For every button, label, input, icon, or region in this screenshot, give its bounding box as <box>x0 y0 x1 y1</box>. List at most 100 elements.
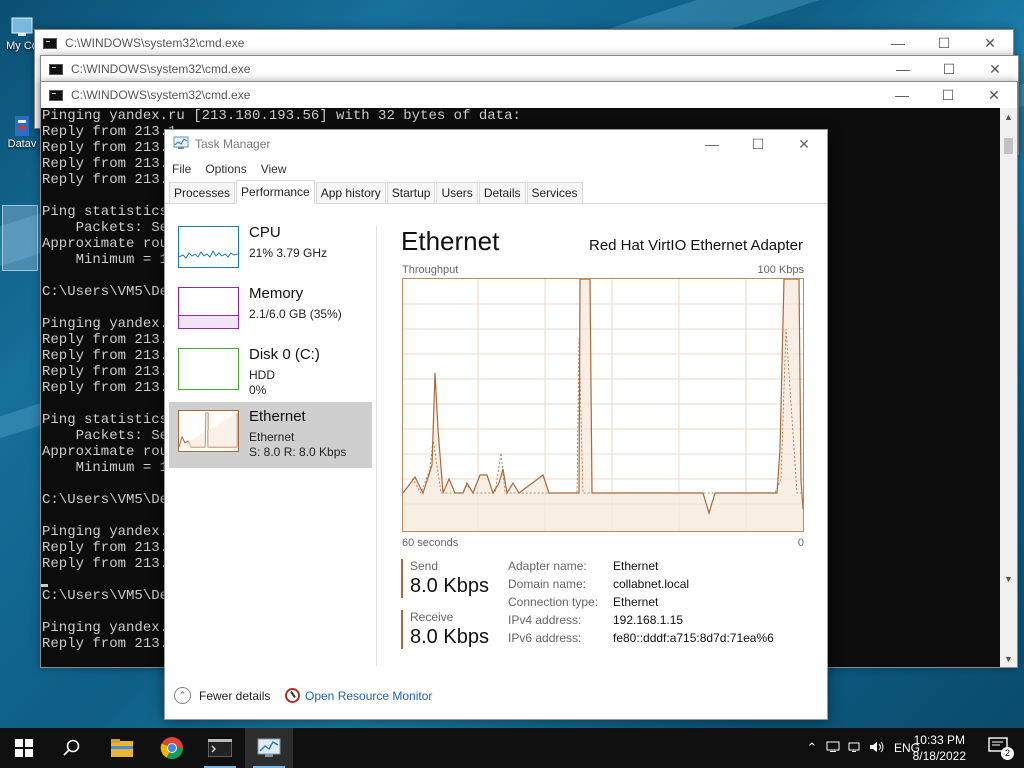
maximize-button[interactable]: ☐ <box>921 30 967 56</box>
resource-item-memory[interactable]: Memory 2.1/6.0 GB (35%) <box>169 279 372 345</box>
chevron-up-icon[interactable]: ⌃ <box>802 740 822 756</box>
adapter-name: Red Hat VirtIO Ethernet Adapter <box>588 237 803 254</box>
cmd-icon <box>208 739 232 757</box>
window-title: C:\WINDOWS\system32\cmd.exe <box>71 62 251 76</box>
resource-list: CPU 21% 3.79 GHz Memory 2.1/6.0 GB (35%)… <box>165 206 376 670</box>
detail-title: Ethernet <box>401 226 500 256</box>
resource-item-disk[interactable]: Disk 0 (C:) HDD 0% <box>169 340 372 406</box>
property-key: Adapter name: <box>508 559 587 573</box>
tab-app-history[interactable]: App history <box>315 182 386 203</box>
send-value: 8.0 Kbps <box>410 575 489 597</box>
property-row: IPv6 address: fe80::dddf:a715:8d7d:71ea%6 <box>508 631 774 649</box>
property-key: Domain name: <box>508 577 587 591</box>
scroll-up-icon[interactable]: ▲ <box>1000 108 1017 125</box>
taskbar-chrome[interactable] <box>148 728 196 768</box>
data-app-icon <box>9 112 35 136</box>
close-button[interactable]: ✕ <box>781 130 827 158</box>
tab-startup[interactable]: Startup <box>386 182 436 203</box>
search-button[interactable] <box>48 728 96 768</box>
ethernet-thumbnail <box>178 410 239 452</box>
desktop-selected-icon[interactable] <box>2 205 38 271</box>
taskbar-task-manager[interactable] <box>245 728 293 768</box>
maximize-button[interactable]: ☐ <box>735 130 781 158</box>
file-explorer-icon <box>111 739 133 757</box>
property-value: collabnet.local <box>613 577 690 591</box>
menu-bar: File Options View <box>165 158 827 180</box>
receive-value: 8.0 Kbps <box>410 626 489 648</box>
tab-performance[interactable]: Performance <box>236 180 315 204</box>
resource-detail: S: 8.0 R: 8.0 Kbps <box>249 445 347 459</box>
receive-label: Receive <box>410 610 454 624</box>
cmd-titlebar[interactable]: C:\WINDOWS\system32\cmd.exe — ☐ ✕ <box>35 30 1013 56</box>
system-tray: ⌃ ENG <box>802 728 920 768</box>
task-manager-icon <box>257 738 281 757</box>
cmd-titlebar[interactable]: C:\WINDOWS\system32\cmd.exe — ☐ ✕ <box>41 82 1017 108</box>
scroll-down-icon[interactable]: ▼ <box>1000 570 1017 587</box>
chevron-up-icon[interactable]: ⌃ <box>174 687 191 704</box>
task-manager-titlebar[interactable]: Task Manager — ☐ ✕ <box>165 130 827 158</box>
notifications-button[interactable]: 2 <box>988 736 1014 760</box>
tab-services[interactable]: Services <box>526 182 583 203</box>
resource-item-cpu[interactable]: CPU 21% 3.79 GHz <box>169 218 372 284</box>
cpu-thumbnail <box>178 226 239 268</box>
send-stat: Send 8.0 Kbps <box>401 559 489 598</box>
search-icon <box>63 739 80 756</box>
tab-bar: Processes Performance App history Startu… <box>165 180 827 204</box>
network-icon[interactable] <box>844 741 866 756</box>
send-label: Send <box>410 559 439 573</box>
resource-detail: Ethernet <box>249 430 295 444</box>
open-resource-monitor-link[interactable]: Open Resource Monitor <box>305 689 432 703</box>
throughput-graph <box>402 278 804 532</box>
close-button[interactable]: ✕ <box>971 82 1017 108</box>
fewer-details-button[interactable]: Fewer details <box>199 689 270 703</box>
close-button[interactable]: ✕ <box>972 56 1018 82</box>
property-row: Connection type: Ethernet <box>508 595 774 613</box>
cmd-icon <box>43 37 57 49</box>
receive-stat: Receive 8.0 Kbps <box>401 610 489 649</box>
tab-details[interactable]: Details <box>478 182 526 203</box>
clock-date: 8/18/2022 <box>912 749 966 763</box>
minimize-button[interactable]: — <box>875 30 921 56</box>
maximize-button[interactable]: ☐ <box>925 82 971 108</box>
resource-name: CPU <box>249 224 281 241</box>
resource-detail: HDD <box>249 368 275 382</box>
recycle-bin-icon <box>9 14 35 38</box>
taskbar-cmd[interactable] <box>196 728 244 768</box>
minimize-button[interactable]: — <box>879 82 925 108</box>
menu-view[interactable]: View <box>261 162 287 176</box>
resource-name: Ethernet <box>249 408 306 425</box>
task-manager-icon <box>173 136 189 153</box>
menu-file[interactable]: File <box>172 162 191 176</box>
property-row: Domain name: collabnet.local <box>508 577 774 595</box>
cmd-titlebar[interactable]: C:\WINDOWS\system32\cmd.exe — ☐ ✕ <box>41 56 1018 82</box>
maximize-button[interactable]: ☐ <box>926 56 972 82</box>
scrollbar-thumb[interactable] <box>1004 138 1013 154</box>
scroll-down-icon[interactable]: ▼ <box>1000 650 1017 667</box>
volume-icon[interactable] <box>866 741 888 756</box>
start-button[interactable] <box>0 728 48 768</box>
throughput-chart <box>403 279 803 531</box>
cmd-icon <box>49 63 63 75</box>
tab-users[interactable]: Users <box>436 182 478 203</box>
window-title: C:\WINDOWS\system32\cmd.exe <box>65 36 245 50</box>
taskbar-file-explorer[interactable] <box>98 728 146 768</box>
resource-name: Memory <box>249 285 304 302</box>
property-value: fe80::dddf:a715:8d7d:71ea%6 <box>613 631 774 645</box>
clock-time: 10:33 PM <box>913 733 965 747</box>
taskbar: ⌃ ENG 10:33 PM 8/18/2022 2 <box>0 728 1024 768</box>
clock[interactable]: 10:33 PM 8/18/2022 <box>913 732 966 764</box>
property-value: 192.168.1.15 <box>613 613 684 627</box>
task-manager-window[interactable]: Task Manager — ☐ ✕ File Options View Pro… <box>164 129 828 720</box>
property-key: IPv4 address: <box>508 613 582 627</box>
text-cursor <box>41 584 48 587</box>
max-scale-label: 100 Kbps <box>757 264 804 276</box>
minimize-button[interactable]: — <box>880 56 926 82</box>
console-scrollbar[interactable]: ▲ ▼ ▼ <box>1000 108 1017 667</box>
minimize-button[interactable]: — <box>689 130 735 158</box>
resource-monitor-icon[interactable] <box>285 688 300 703</box>
menu-options[interactable]: Options <box>205 162 246 176</box>
action-center-icon[interactable] <box>822 741 844 756</box>
close-button[interactable]: ✕ <box>967 30 1013 56</box>
tab-processes[interactable]: Processes <box>169 182 236 203</box>
resource-item-ethernet[interactable]: Ethernet Ethernet S: 8.0 R: 8.0 Kbps <box>169 402 372 468</box>
